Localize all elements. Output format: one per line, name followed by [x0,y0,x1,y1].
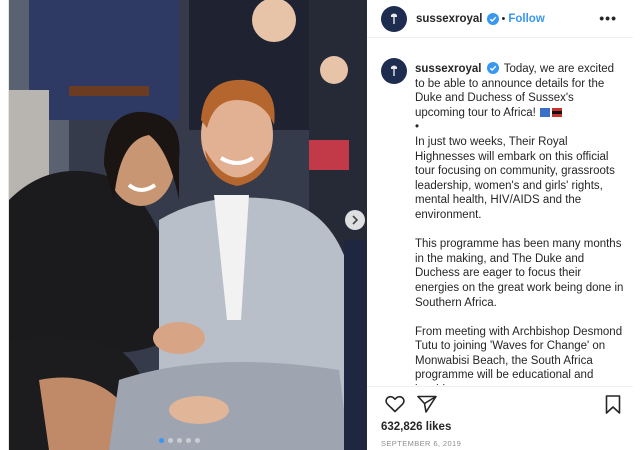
post-date[interactable]: SEPTEMBER 6, 2019 [381,439,461,448]
carousel-dot [159,438,164,443]
post-side-panel: sussexroyal • Follow ••• sussexroyal Tod… [367,0,633,450]
bookmark-icon[interactable] [605,395,621,414]
caption-paragraph-programme: This programme has been many months in t… [415,238,624,309]
caption-bullet: • [415,121,420,134]
post-header: sussexroyal • Follow ••• [367,0,633,38]
couple-photo-illustration [9,0,367,450]
crest-logo-icon [391,13,397,24]
flag-emoji-icon [540,108,563,118]
carousel-dot [195,438,200,443]
carousel-dots [159,438,200,443]
post-actions: 632,826 likes SEPTEMBER 6, 2019 [367,386,633,450]
follow-button[interactable]: Follow [508,13,544,25]
caption-paragraph-meeting: From meeting with Archbishop Desmond Tut… [415,325,623,386]
chevron-right-icon [352,215,359,225]
caption-text: sussexroyal Today, we are excited to be … [415,62,625,386]
likes-count[interactable]: 632,826 likes [381,421,451,433]
carousel-next-button[interactable] [345,210,365,230]
verified-badge-icon [486,62,499,74]
header-username[interactable]: sussexroyal [416,13,483,25]
verified-badge-icon [486,12,499,25]
profile-avatar[interactable] [381,5,407,32]
caption-username[interactable]: sussexroyal [415,63,482,75]
carousel-dot [186,438,191,443]
header-separator: • [501,12,506,25]
post-caption: sussexroyal Today, we are excited to be … [367,52,633,386]
crest-logo-icon [391,65,397,76]
post-photo[interactable] [9,0,367,450]
carousel-dot [168,438,173,443]
instagram-post: sussexroyal • Follow ••• sussexroyal Tod… [8,0,633,450]
caption-avatar[interactable] [381,58,407,84]
carousel-dot [177,438,182,443]
paper-plane-icon[interactable] [417,395,437,413]
more-options-button[interactable]: ••• [599,10,617,26]
caption-paragraph: sussexroyal Today, we are excited to be … [415,62,625,223]
heart-icon[interactable] [385,395,405,413]
caption-paragraph-tour: In just two weeks, Their Royal Highnesse… [415,135,615,221]
